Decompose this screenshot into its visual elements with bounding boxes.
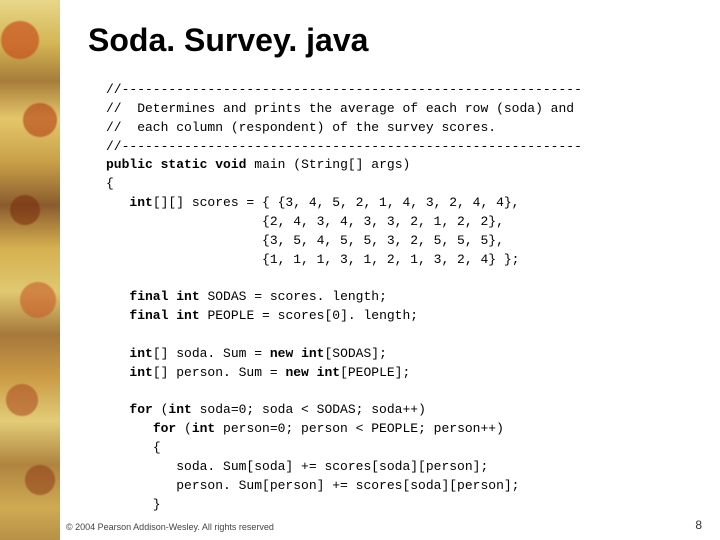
keyword: int <box>176 308 199 323</box>
keyword: int <box>129 346 152 361</box>
page-number: 8 <box>695 518 702 532</box>
code-text: [PEOPLE]; <box>340 365 410 380</box>
keyword: final <box>129 308 168 323</box>
code-text: person=0; person < PEOPLE; person++) <box>215 421 504 436</box>
code-line: soda. Sum[soda] += scores[soda][person]; <box>129 459 488 474</box>
code-text: ( <box>176 421 192 436</box>
keyword: int <box>129 195 152 210</box>
keyword: new <box>285 365 308 380</box>
keyword: int <box>176 289 199 304</box>
code-line: { <box>153 440 161 455</box>
code-block: //--------------------------------------… <box>88 81 700 514</box>
code-text: [SODAS]; <box>324 346 386 361</box>
code-text: [][] scores = { {3, 4, 5, 2, 1, 4, 3, 2,… <box>153 195 520 210</box>
copyright-footer: © 2004 Pearson Addison-Wesley. All right… <box>66 522 274 532</box>
decorative-leaf-strip <box>0 0 60 540</box>
code-text: [] soda. Sum = <box>153 346 270 361</box>
slide-content: Soda. Survey. java //-------------------… <box>60 0 720 540</box>
code-line: person. Sum[person] += scores[soda][pers… <box>129 478 519 493</box>
keyword: void <box>215 157 246 172</box>
code-text: soda=0; soda < SODAS; soda++) <box>192 402 426 417</box>
keyword: int <box>317 365 340 380</box>
keyword: public <box>106 157 153 172</box>
code-line: // each column (respondent) of the surve… <box>106 120 496 135</box>
code-line: {2, 4, 3, 4, 3, 3, 2, 1, 2, 2}, <box>106 214 504 229</box>
keyword: new <box>270 346 293 361</box>
keyword: int <box>301 346 324 361</box>
code-line: //--------------------------------------… <box>106 82 582 97</box>
code-line: } <box>129 497 160 512</box>
code-text: PEOPLE = scores[0]. length; <box>200 308 418 323</box>
code-text: ( <box>153 402 169 417</box>
keyword: int <box>168 402 191 417</box>
code-text: SODAS = scores. length; <box>200 289 387 304</box>
keyword: int <box>129 365 152 380</box>
keyword: final <box>129 289 168 304</box>
keyword: static <box>161 157 208 172</box>
code-line: // Determines and prints the average of … <box>106 101 574 116</box>
keyword: int <box>192 421 215 436</box>
code-line: {1, 1, 1, 3, 1, 2, 1, 3, 2, 4} }; <box>106 252 519 267</box>
code-text: [] person. Sum = <box>153 365 286 380</box>
slide-title: Soda. Survey. java <box>88 22 700 59</box>
keyword: for <box>129 402 152 417</box>
code-line: { <box>106 176 114 191</box>
keyword: for <box>153 421 176 436</box>
code-line: {3, 5, 4, 5, 5, 3, 2, 5, 5, 5}, <box>106 233 504 248</box>
code-line: //--------------------------------------… <box>106 139 582 154</box>
code-text: main (String[] args) <box>246 157 410 172</box>
